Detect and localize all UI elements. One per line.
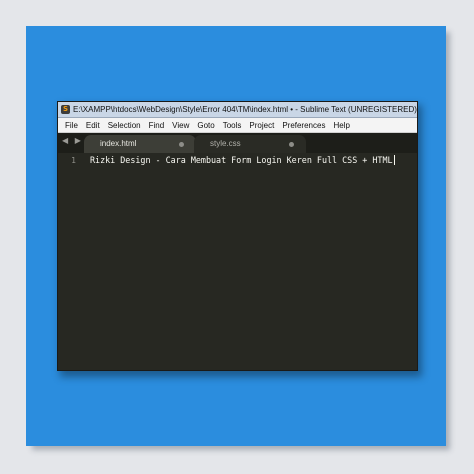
menu-find[interactable]: Find <box>145 121 169 130</box>
editor-area[interactable]: 1 Rizki Design - Cara Membuat Form Login… <box>58 153 417 370</box>
code-line[interactable]: Rizki Design - Cara Membuat Form Login K… <box>90 155 395 165</box>
tab-style-css[interactable]: style.css <box>194 135 306 153</box>
menu-preferences[interactable]: Preferences <box>278 121 329 130</box>
title-bar[interactable]: S E:\XAMPP\htdocs\WebDesign\Style\Error … <box>58 102 417 118</box>
sublime-logo-icon: S <box>61 105 70 114</box>
tab-label: style.css <box>210 139 241 148</box>
menu-bar: File Edit Selection Find View Goto Tools… <box>58 118 417 133</box>
menu-view[interactable]: View <box>168 121 193 130</box>
unsaved-dot-icon[interactable] <box>179 142 184 147</box>
close-dot-icon[interactable] <box>289 142 294 147</box>
line-gutter: 1 <box>58 153 84 370</box>
tab-nav-arrows-icon[interactable]: ◀ ▶ <box>62 136 83 145</box>
menu-file[interactable]: File <box>61 121 82 130</box>
window-title: E:\XAMPP\htdocs\WebDesign\Style\Error 40… <box>73 105 417 114</box>
menu-tools[interactable]: Tools <box>219 121 246 130</box>
tab-index-html[interactable]: index.html <box>84 135 196 153</box>
tab-bar: ◀ ▶ index.html style.css <box>58 133 417 153</box>
code-text: Rizki Design - Cara Membuat Form Login K… <box>90 155 393 165</box>
menu-selection[interactable]: Selection <box>104 121 145 130</box>
tab-label: index.html <box>100 139 137 148</box>
menu-goto[interactable]: Goto <box>193 121 218 130</box>
sublime-window: S E:\XAMPP\htdocs\WebDesign\Style\Error … <box>57 101 418 371</box>
menu-help[interactable]: Help <box>329 121 353 130</box>
text-caret <box>393 155 395 165</box>
line-number: 1 <box>71 156 76 165</box>
menu-edit[interactable]: Edit <box>82 121 104 130</box>
menu-project[interactable]: Project <box>245 121 278 130</box>
